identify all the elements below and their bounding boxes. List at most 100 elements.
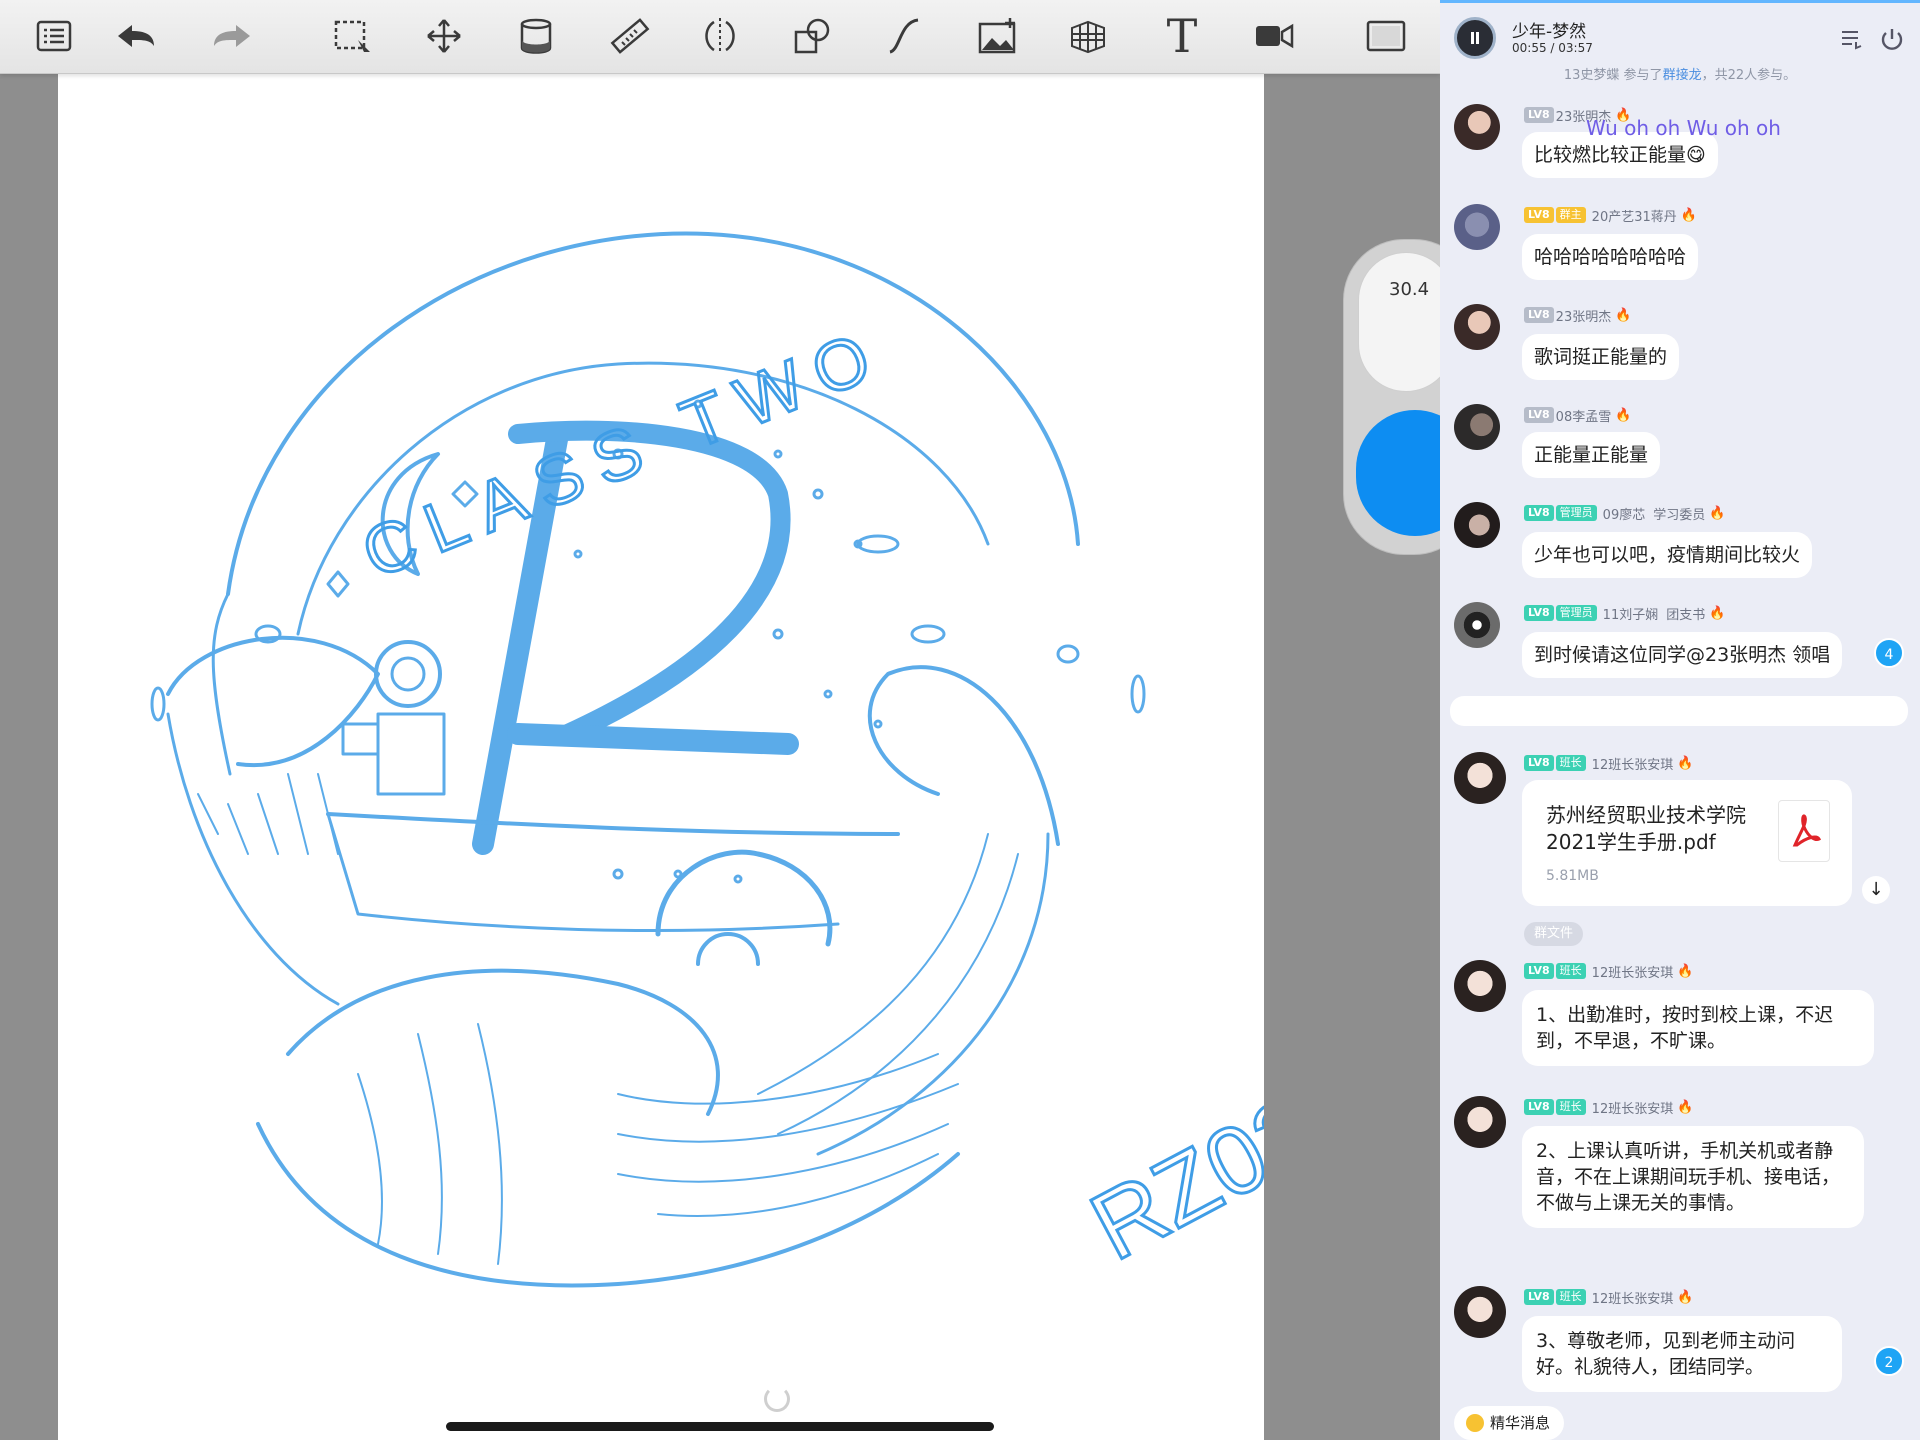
message-bubble[interactable]: 2、上课认真听讲，手机关机或者静音，不在上课期间玩手机、接电话，不做与上课无关的… bbox=[1522, 1126, 1864, 1228]
fire-icon: 🔥 bbox=[1677, 755, 1694, 771]
music-player-bar: 少年-梦然 00:55 / 03:57 bbox=[1440, 0, 1920, 66]
signature-text: RZ02 bbox=[1075, 1076, 1264, 1281]
essence-messages-button[interactable]: 精华消息 bbox=[1454, 1406, 1565, 1440]
avatar[interactable] bbox=[1454, 104, 1500, 150]
fire-icon: 🔥 bbox=[1677, 963, 1694, 979]
role-badge: 群主 bbox=[1555, 207, 1586, 223]
unread-count-badge[interactable]: 2 bbox=[1874, 1346, 1904, 1376]
message-bubble[interactable]: 3、尊敬老师，见到老师主动问好。礼貌待人，团结同学。 bbox=[1522, 1316, 1842, 1392]
message-bubble[interactable]: 哈哈哈哈哈哈哈哈 bbox=[1522, 234, 1699, 280]
playlist-icon[interactable] bbox=[1838, 25, 1866, 53]
video-icon[interactable] bbox=[1246, 10, 1302, 62]
download-icon[interactable]: ↓ bbox=[1862, 876, 1890, 904]
text-icon[interactable]: T bbox=[1154, 10, 1210, 62]
level-badge: LV8 bbox=[1524, 107, 1554, 123]
level-badge: LV8 bbox=[1524, 755, 1554, 771]
level-badge: LV8 bbox=[1524, 207, 1554, 223]
role-badge: 班长 bbox=[1555, 1289, 1586, 1305]
shapes-icon[interactable] bbox=[784, 10, 840, 62]
message-bubble[interactable]: 正能量正能量 bbox=[1522, 432, 1661, 478]
message-bubble[interactable]: 少年也可以吧，疫情期间比较火 bbox=[1522, 532, 1813, 578]
level-badge: LV8 bbox=[1524, 1099, 1554, 1115]
move-icon[interactable] bbox=[416, 10, 472, 62]
selection-icon[interactable] bbox=[324, 10, 380, 62]
avatar[interactable] bbox=[1454, 1096, 1506, 1148]
fire-icon: 🔥 bbox=[1680, 207, 1697, 223]
member-title: 团支书 bbox=[1666, 607, 1706, 623]
sender-name: 12班长张安琪 bbox=[1591, 965, 1674, 981]
undo-icon[interactable] bbox=[108, 10, 164, 62]
avatar[interactable] bbox=[1454, 602, 1500, 648]
message-bubble[interactable]: 到时候请这位同学@23张明杰 领唱 bbox=[1522, 632, 1843, 678]
group-chat-panel: 少年-梦然 00:55 / 03:57 13史梦蝶 参与了群接龙，共22人参与。… bbox=[1440, 0, 1920, 1440]
sender-name: 23张明杰 bbox=[1555, 309, 1612, 325]
fire-icon: 🔥 bbox=[1615, 407, 1632, 423]
member-title: 学习委员 bbox=[1653, 507, 1706, 523]
input-bar-background bbox=[1450, 696, 1908, 726]
drawing-app: CLASS TWO RZ02 T 30.4 bbox=[0, 0, 1440, 1440]
role-badge: 管理员 bbox=[1555, 505, 1597, 521]
lyric-overlay: Wu oh oh Wu oh oh bbox=[1586, 116, 1781, 140]
file-name: 苏州经贸职业技术学院2021学生手册.pdf bbox=[1546, 803, 1746, 854]
level-badge: LV8 bbox=[1524, 1289, 1554, 1305]
role-badge: 班长 bbox=[1555, 1099, 1586, 1115]
power-icon[interactable] bbox=[1878, 25, 1906, 53]
image-add-icon[interactable] bbox=[970, 10, 1026, 62]
redo-icon[interactable] bbox=[204, 10, 260, 62]
sender-name: 09廖芯 bbox=[1602, 507, 1646, 523]
sender-name: 20产艺31蒋丹 bbox=[1591, 209, 1677, 225]
unread-count-badge[interactable]: 4 bbox=[1874, 638, 1904, 668]
fire-icon: 🔥 bbox=[1709, 605, 1726, 621]
flame-icon bbox=[1466, 1414, 1484, 1432]
file-size: 5.81MB bbox=[1546, 868, 1599, 884]
role-badge: 管理员 bbox=[1555, 605, 1597, 621]
group-file-tag[interactable]: 群文件 bbox=[1524, 922, 1584, 946]
brush-size-slider[interactable]: 30.4 bbox=[1358, 252, 1440, 392]
level-badge: LV8 bbox=[1524, 505, 1554, 521]
fill-bucket-icon[interactable] bbox=[508, 10, 564, 62]
pause-icon[interactable] bbox=[1454, 17, 1496, 59]
song-title: 少年-梦然 bbox=[1512, 22, 1587, 42]
sender-name: 12班长张安琪 bbox=[1591, 1101, 1674, 1117]
level-badge: LV8 bbox=[1524, 407, 1554, 423]
sender-name: 08李孟雪 bbox=[1555, 409, 1612, 425]
perspective-grid-icon[interactable] bbox=[1060, 10, 1116, 62]
message-bubble[interactable]: 歌词挺正能量的 bbox=[1522, 334, 1680, 380]
message-bubble[interactable]: 1、出勤准时，按时到校上课，不迟到，不早退，不旷课。 bbox=[1522, 990, 1874, 1066]
color-swatch[interactable] bbox=[1356, 410, 1440, 536]
fire-icon: 🔥 bbox=[1709, 505, 1726, 521]
sender-name: 11刘子娴 bbox=[1602, 607, 1659, 623]
symmetry-icon[interactable] bbox=[692, 10, 748, 62]
level-badge: LV8 bbox=[1524, 605, 1554, 621]
avatar[interactable] bbox=[1454, 960, 1506, 1012]
list-icon[interactable] bbox=[26, 10, 82, 62]
avatar[interactable] bbox=[1454, 752, 1506, 804]
avatar[interactable] bbox=[1454, 404, 1500, 450]
pdf-icon bbox=[1778, 800, 1830, 862]
class-two-text: CLASS TWO bbox=[352, 313, 896, 593]
class-logo-artwork: CLASS TWO RZ02 bbox=[150, 231, 1264, 1288]
fire-icon: 🔥 bbox=[1677, 1099, 1694, 1115]
ruler-icon[interactable] bbox=[602, 10, 658, 62]
brush-panel: 30.4 bbox=[1344, 240, 1440, 554]
sender-name: 12班长张安琪 bbox=[1591, 757, 1674, 773]
avatar[interactable] bbox=[1454, 502, 1500, 548]
level-badge: LV8 bbox=[1524, 307, 1554, 323]
song-time: 00:55 / 03:57 bbox=[1512, 41, 1593, 55]
solitaire-link[interactable]: 群接龙 bbox=[1663, 68, 1702, 83]
role-badge: 班长 bbox=[1555, 963, 1586, 979]
brush-size-value: 30.4 bbox=[1389, 279, 1430, 300]
avatar[interactable] bbox=[1454, 204, 1500, 250]
home-indicator[interactable] bbox=[446, 1422, 994, 1431]
level-badge: LV8 bbox=[1524, 963, 1554, 979]
role-badge: 班长 bbox=[1555, 755, 1586, 771]
file-card[interactable]: 苏州经贸职业技术学院2021学生手册.pdf 5.81MB bbox=[1522, 780, 1852, 906]
fullscreen-icon[interactable] bbox=[1358, 10, 1414, 62]
curve-icon[interactable] bbox=[876, 10, 932, 62]
avatar[interactable] bbox=[1454, 304, 1500, 350]
sender-name: 12班长张安琪 bbox=[1591, 1291, 1674, 1307]
avatar[interactable] bbox=[1454, 1286, 1506, 1338]
fire-icon: 🔥 bbox=[1677, 1289, 1694, 1305]
system-notice: 13史梦蝶 参与了群接龙，共22人参与。 bbox=[1563, 68, 1797, 83]
drawing-canvas[interactable]: CLASS TWO RZ02 bbox=[58, 74, 1264, 1440]
